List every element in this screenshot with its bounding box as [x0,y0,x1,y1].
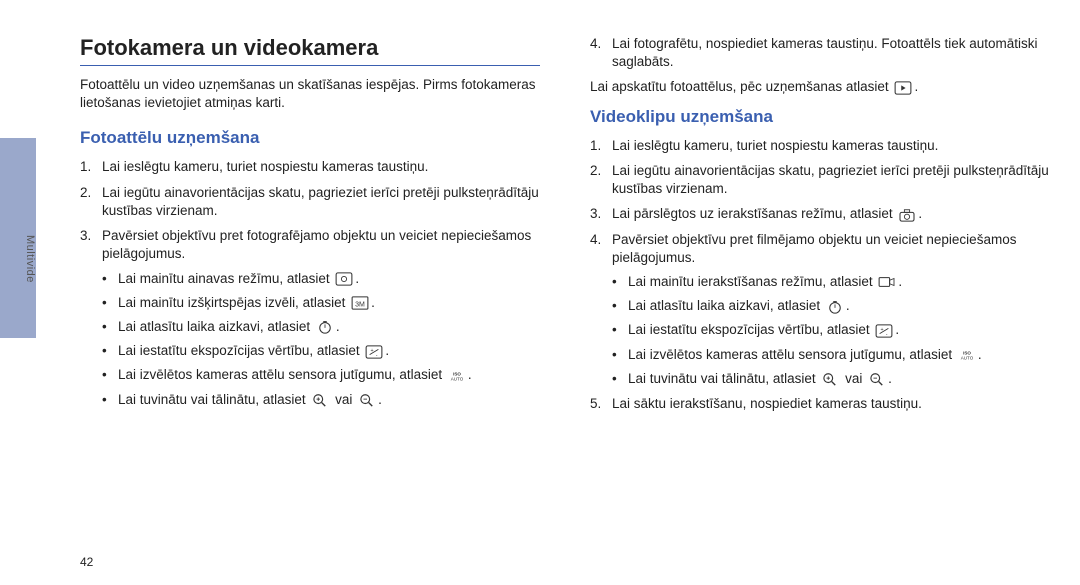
list-item: Lai atlasītu laika aizkavi, atlasiet . [102,318,540,336]
zoom-out-icon [868,372,886,386]
svg-text:AUTO: AUTO [451,376,464,381]
list-item: Pavērsiet objektīvu pret fotografējamo o… [80,227,540,409]
list-item: Lai iestatītu ekspozīcijas vērtību, atla… [612,321,1050,339]
video-steps: Lai ieslēgtu kameru, turiet nospiestu ka… [590,137,1050,414]
svg-text:AUTO: AUTO [961,356,974,361]
page-content: Fotokamera un videokamera Fotoattēlu un … [80,35,1050,420]
list-item: Lai fotografētu, nospiediet kameras taus… [590,35,1050,71]
record-mode-icon [878,275,896,289]
video-bullets: Lai mainītu ierakstīšanas režīmu, atlasi… [612,273,1050,388]
list-item: Lai tuvinātu vai tālinātu, atlasiet vai … [102,391,540,409]
list-item: Lai iegūtu ainavorientācijas skatu, pagr… [590,162,1050,198]
list-item-text: Pavērsiet objektīvu pret filmējamo objek… [612,232,1016,265]
intro-text: Fotoattēlu un video uzņemšanas un skatīš… [80,76,540,112]
list-item: Lai pārslēgtos uz ierakstīšanas režīmu, … [590,205,1050,223]
list-item: Lai iestatītu ekspozīcijas vērtību, atla… [102,342,540,360]
left-column: Fotokamera un videokamera Fotoattēlu un … [80,35,540,420]
main-title: Fotokamera un videokamera [80,35,540,66]
svg-text:+: + [371,348,374,354]
list-item: Lai izvēlētos kameras attēlu sensora jut… [612,346,1050,364]
resolution-icon: 3M [351,296,369,310]
scene-icon [335,272,353,286]
view-photos-text: Lai apskatītu fotoattēlus, pēc uzņemšana… [590,78,1050,96]
iso-icon: ISOAUTO [958,348,976,362]
camera-mode-icon [898,208,916,222]
list-item: Lai ieslēgtu kameru, turiet nospiestu ka… [80,158,540,176]
sub-title-photo: Fotoattēlu uzņemšana [80,128,540,148]
iso-icon: ISOAUTO [448,369,466,383]
svg-text:+: + [881,327,884,333]
sub-title-video: Videoklipu uzņemšana [590,107,1050,127]
list-item-text: Pavērsiet objektīvu pret fotografējamo o… [102,228,531,261]
list-item: Lai mainītu ainavas režīmu, atlasiet . [102,270,540,288]
zoom-in-icon [311,393,329,407]
right-column: Lai fotografētu, nospiediet kameras taus… [590,35,1050,420]
timer-icon [316,320,334,334]
svg-text:-: - [886,331,888,337]
zoom-in-icon [821,372,839,386]
zoom-out-icon [358,393,376,407]
svg-text:-: - [376,352,378,358]
page-number: 42 [80,555,93,569]
playback-icon [894,81,912,95]
list-item: Lai izvēlētos kameras attēlu sensora jut… [102,366,540,384]
svg-text:ISO: ISO [453,371,461,376]
list-item: Lai mainītu ierakstīšanas režīmu, atlasi… [612,273,1050,291]
photo-bullets: Lai mainītu ainavas režīmu, atlasiet . L… [102,270,540,409]
exposure-icon: +- [875,324,893,338]
exposure-icon: +- [365,345,383,359]
timer-icon [826,300,844,314]
list-item: Lai atlasītu laika aizkavi, atlasiet . [612,297,1050,315]
list-item: Lai mainītu izšķirtspējas izvēli, atlasi… [102,294,540,312]
list-item: Pavērsiet objektīvu pret filmējamo objek… [590,231,1050,389]
list-item: Lai sāktu ierakstīšanu, nospiediet kamer… [590,395,1050,413]
photo-steps-cont: Lai fotografētu, nospiediet kameras taus… [590,35,1050,71]
list-item: Lai iegūtu ainavorientācijas skatu, pagr… [80,184,540,220]
list-item: Lai ieslēgtu kameru, turiet nospiestu ka… [590,137,1050,155]
svg-text:3M: 3M [355,302,365,309]
svg-text:ISO: ISO [963,350,971,355]
sidebar-label: Multivide [24,235,36,283]
list-item: Lai tuvinātu vai tālinātu, atlasiet vai … [612,370,1050,388]
photo-steps: Lai ieslēgtu kameru, turiet nospiestu ka… [80,158,540,408]
